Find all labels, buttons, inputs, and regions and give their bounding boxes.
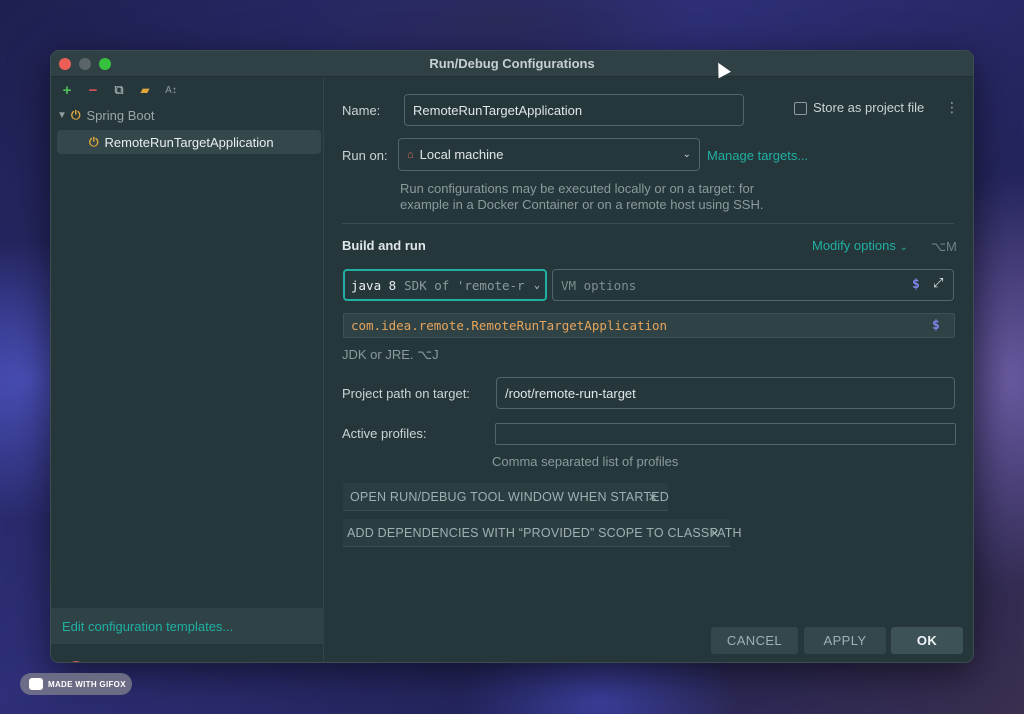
store-as-project-file-label: Store as project file (813, 100, 925, 115)
gifox-watermark: MADE WITH GIFOX (20, 673, 132, 695)
jdk-version: java 8 (351, 277, 397, 293)
active-profiles-hint: Comma separated list of profiles (492, 454, 679, 469)
modify-options-link[interactable]: Modify options ⌄ (812, 238, 908, 253)
name-label: Name: (342, 103, 381, 118)
option-row-label: OPEN RUN/DEBUG TOOL WINDOW WHEN STARTED (350, 489, 669, 504)
insert-macro-icon[interactable]: $ (932, 318, 940, 333)
remove-option-icon[interactable]: ✕ (648, 491, 657, 504)
option-row-label: ADD DEPENDENCIES WITH “PROVIDED” SCOPE T… (347, 525, 742, 540)
expand-icon[interactable]: ⤢ (933, 276, 943, 291)
insert-macro-icon[interactable]: $ (912, 277, 920, 292)
jdk-detail: SDK of 'remote-r (404, 277, 525, 293)
remove-configuration-icon[interactable]: − (83, 81, 103, 99)
dialog-title: Run/Debug Configurations (429, 56, 595, 71)
configurations-pane: + − ⧉ ▰ A↕ ▼ ⏻ Spring Boot ⏻ RemoteRunTa… (51, 78, 324, 662)
run-on-hint-line2: example in a Docker Container or on a re… (400, 197, 764, 212)
jdk-select[interactable]: java 8 SDK of 'remote-r ⌄ (343, 269, 547, 301)
tree-group-spring-boot[interactable]: ▼ ⏻ Spring Boot (57, 104, 319, 126)
vm-options-placeholder: VM options (561, 277, 637, 293)
dialog-titlebar: Run/Debug Configurations (51, 51, 973, 77)
watermark-text: MADE WITH GIFOX (48, 679, 126, 689)
help-icon[interactable]: ? (68, 661, 84, 662)
modify-options-shortcut: ⌥M (931, 239, 957, 254)
configurations-toolbar: + − ⧉ ▰ A↕ (57, 80, 181, 100)
modify-options-label: Modify options (812, 238, 896, 253)
chevron-down-icon: ⌄ (899, 242, 908, 253)
more-options-icon[interactable]: ⋮ (945, 99, 959, 116)
tree-item-remote-run-target-application[interactable]: ⏻ RemoteRunTargetApplication (57, 130, 321, 154)
run-debug-dialog: Run/Debug Configurations + − ⧉ ▰ A↕ ▼ ⏻ … (50, 50, 974, 663)
ok-button[interactable]: OK (891, 627, 963, 654)
remove-option-icon[interactable]: ✕ (710, 527, 719, 540)
vm-options-field[interactable]: VM options $ ⤢ (552, 269, 954, 301)
run-on-value: Local machine (419, 147, 504, 162)
copy-configuration-icon[interactable]: ⧉ (109, 81, 129, 99)
project-path-label: Project path on target: (342, 386, 470, 401)
chevron-down-icon: ⌄ (533, 279, 540, 291)
spring-boot-icon: ⏻ (89, 134, 99, 149)
section-divider (342, 223, 954, 224)
sort-icon[interactable]: A↕ (161, 81, 181, 99)
manage-targets-link[interactable]: Manage targets... (707, 148, 808, 163)
apply-button[interactable]: APPLY (804, 627, 886, 654)
main-class-value: com.idea.remote.RemoteRunTargetApplicati… (351, 318, 668, 333)
project-path-field[interactable]: /root/remote-run-target (496, 377, 955, 409)
jdk-hint: JDK or JRE. ⌥J (342, 347, 439, 362)
close-window-button[interactable] (59, 58, 71, 70)
name-field[interactable]: RemoteRunTargetApplication (404, 94, 744, 126)
home-icon: ⌂ (407, 148, 414, 161)
option-row-provided-scope[interactable]: ADD DEPENDENCIES WITH “PROVIDED” SCOPE T… (343, 519, 742, 547)
gifox-logo-icon (29, 678, 43, 690)
run-on-label: Run on: (342, 148, 388, 163)
build-and-run-title: Build and run (342, 238, 426, 253)
main-class-field[interactable]: com.idea.remote.RemoteRunTargetApplicati… (343, 313, 955, 338)
folder-icon[interactable]: ▰ (135, 81, 155, 99)
chevron-down-icon: ⌄ (682, 149, 691, 160)
tree-item-label: RemoteRunTargetApplication (104, 134, 274, 150)
tree-group-label: Spring Boot (86, 107, 155, 123)
cancel-button[interactable]: CANCEL (711, 627, 798, 654)
option-row-open-tool-window[interactable]: OPEN RUN/DEBUG TOOL WINDOW WHEN STARTED … (343, 483, 669, 511)
chevron-down-icon[interactable]: ▼ (57, 110, 71, 121)
edit-templates-link[interactable]: Edit configuration templates... (51, 608, 324, 644)
active-profiles-field[interactable] (495, 423, 956, 445)
run-on-select[interactable]: ⌂ Local machine ⌄ (398, 138, 700, 171)
minimize-window-button[interactable] (79, 58, 91, 70)
add-configuration-icon[interactable]: + (57, 81, 77, 99)
zoom-window-button[interactable] (99, 58, 111, 70)
run-on-hint-line1: Run configurations may be executed local… (400, 181, 755, 196)
spring-boot-icon: ⏻ (71, 107, 81, 122)
active-profiles-label: Active profiles: (342, 426, 427, 441)
store-as-project-file-checkbox[interactable] (794, 102, 807, 115)
